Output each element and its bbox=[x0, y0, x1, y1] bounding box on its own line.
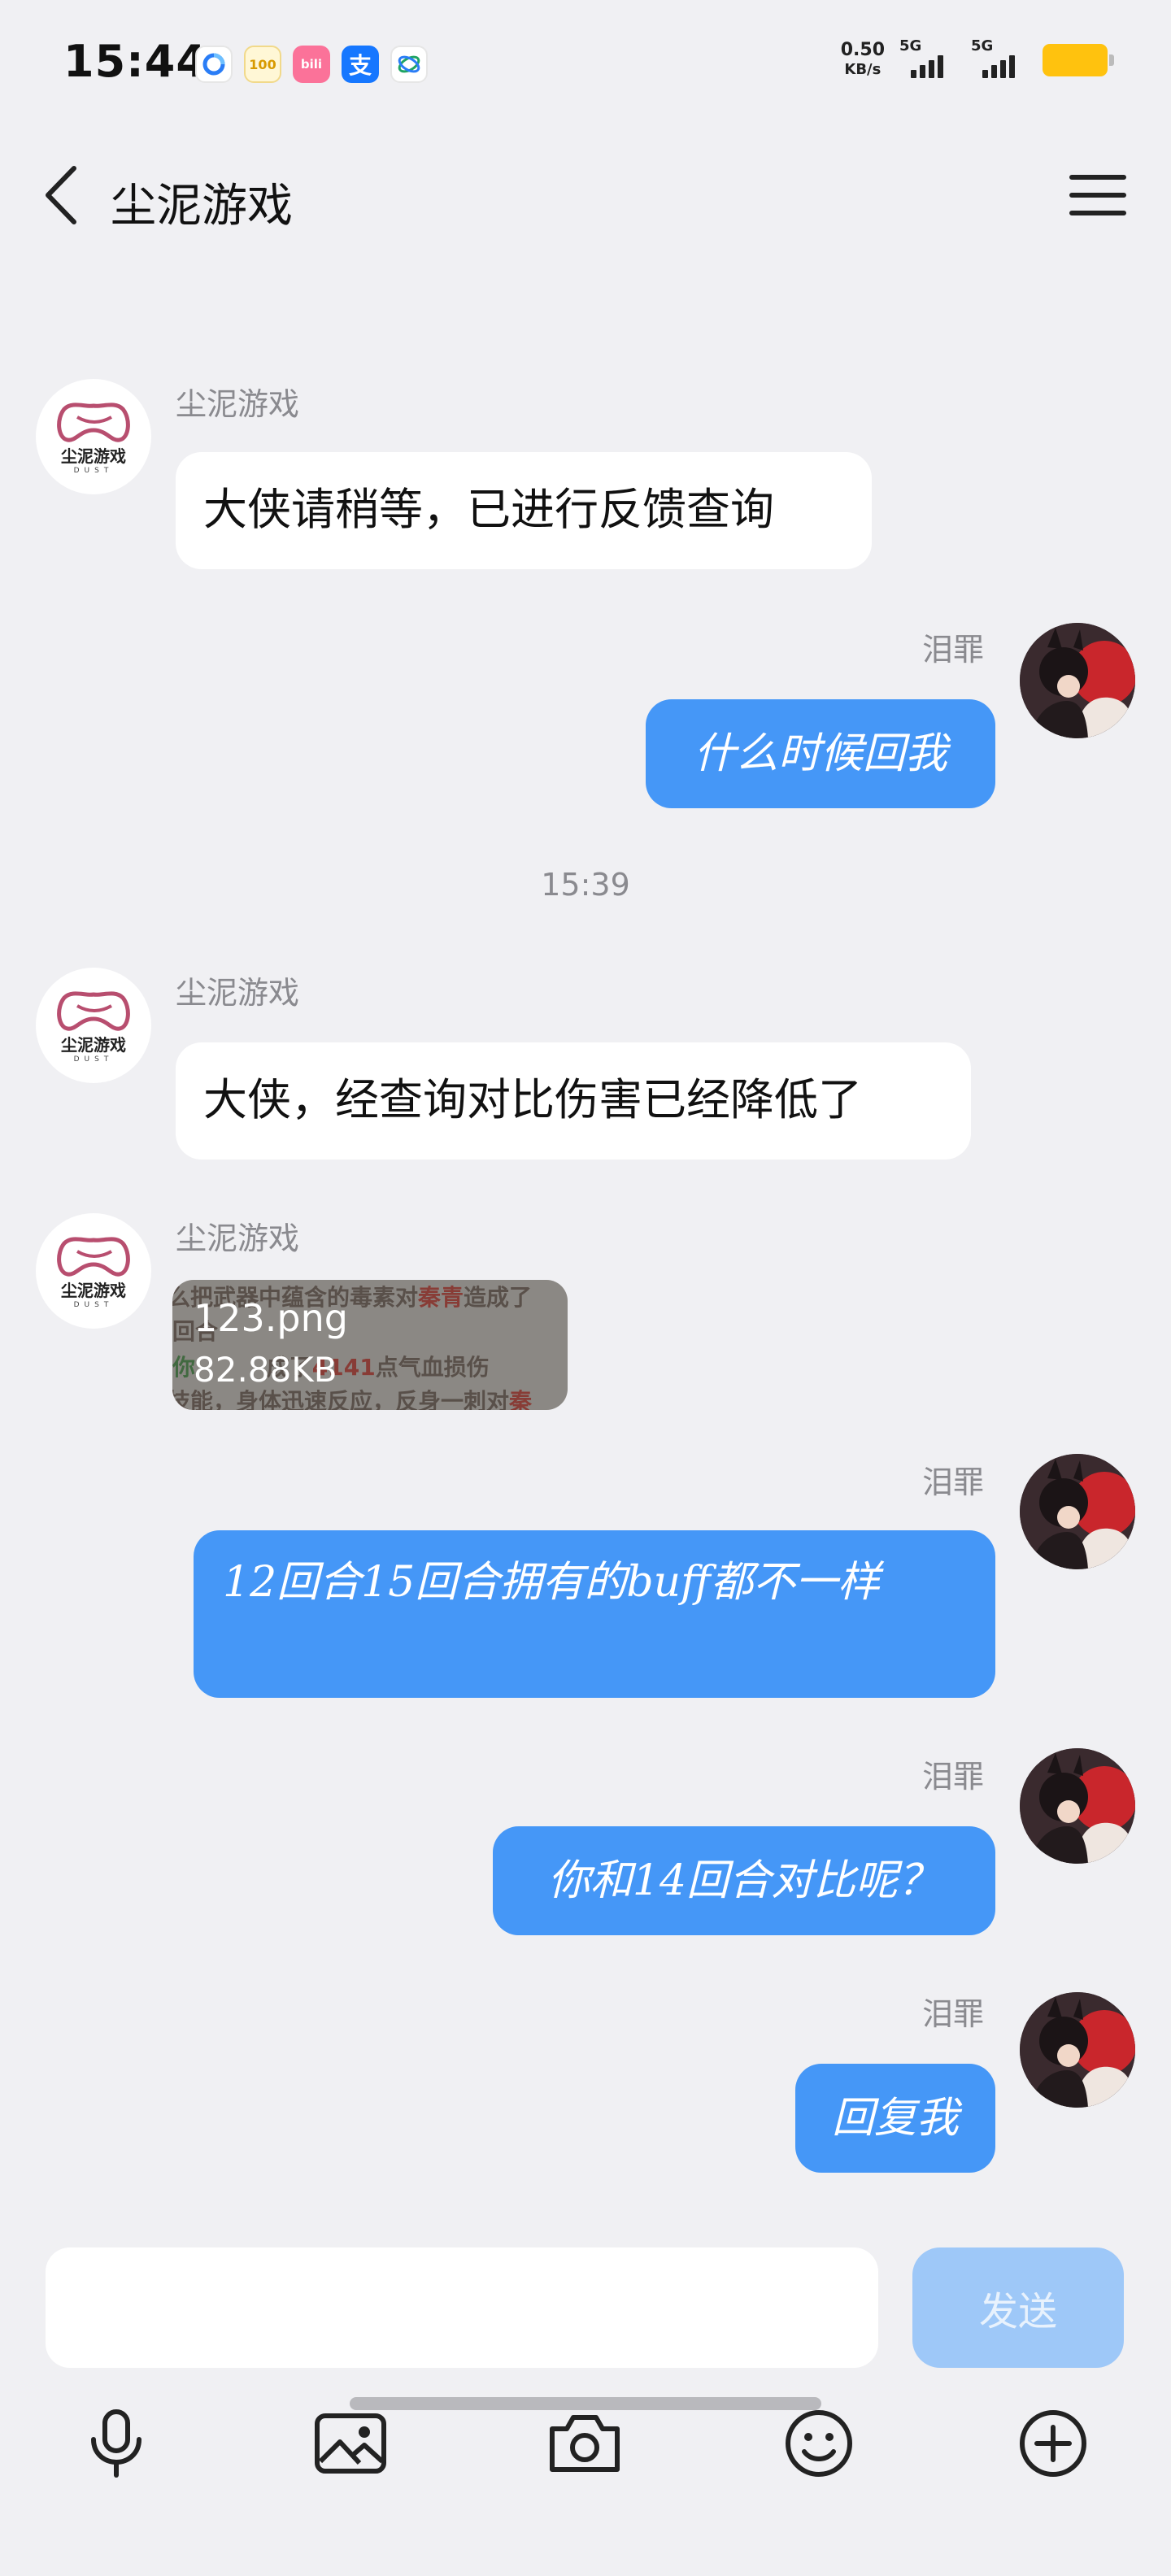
outgoing-message-bubble[interactable]: 什么时候回我 bbox=[646, 699, 995, 808]
incoming-message-bubble[interactable]: 大侠，经查询对比伤害已经降低了 bbox=[176, 1042, 971, 1160]
file-size: 82.88KB bbox=[194, 1350, 337, 1390]
home-indicator[interactable] bbox=[350, 2397, 821, 2410]
bot-logo-subtext: DUST bbox=[73, 466, 114, 475]
chevron-left-icon bbox=[46, 166, 76, 224]
status-time: 15:44 bbox=[63, 36, 207, 87]
camera-button[interactable] bbox=[540, 2399, 629, 2488]
user-avatar[interactable] bbox=[1020, 1748, 1135, 1864]
bilibili-app-icon: bili bbox=[293, 46, 330, 83]
menu-button[interactable] bbox=[1065, 171, 1130, 220]
bot-logo-subtext: DUST bbox=[73, 1300, 114, 1309]
plus-circle-icon bbox=[1020, 2410, 1086, 2477]
bot-avatar[interactable]: 尘泥游戏 DUST bbox=[36, 379, 151, 494]
alipay-app-icon: 支 bbox=[342, 46, 379, 83]
sender-name: 尘泥游戏 bbox=[176, 1221, 300, 1256]
more-options-button[interactable] bbox=[1008, 2399, 1098, 2488]
status-app-icons: 100 bili 支 bbox=[195, 46, 428, 83]
outgoing-message-bubble[interactable]: 回复我 bbox=[795, 2064, 995, 2173]
emoji-icon bbox=[786, 2410, 852, 2477]
gamepad-logo-icon bbox=[57, 1236, 130, 1277]
image-picker-button[interactable] bbox=[306, 2399, 395, 2488]
sender-name: 泪罪 bbox=[921, 1996, 984, 2032]
gamepad-logo-icon bbox=[57, 402, 130, 442]
message-input[interactable] bbox=[46, 2247, 878, 2368]
battery-icon bbox=[1043, 44, 1114, 76]
sim1-network-label: 5G bbox=[899, 37, 922, 54]
bot-logo-subtext: DUST bbox=[73, 1055, 114, 1064]
microphone-icon bbox=[91, 2409, 141, 2478]
signal-icon-sim1: 5G bbox=[899, 37, 956, 78]
sim2-network-label: 5G bbox=[971, 37, 994, 54]
image-file-message[interactable]: 么把武器中蕴含的毒素对秦青造成了 回合 你 成了4141点气血损伤 技能，身体迅… bbox=[172, 1280, 568, 1410]
outgoing-message-bubble[interactable]: 12回合15回合拥有的buff都不一样 bbox=[194, 1530, 995, 1698]
user-avatar[interactable] bbox=[1020, 623, 1135, 738]
network-speed-unit: KB/s bbox=[844, 61, 882, 78]
sender-name: 泪罪 bbox=[921, 632, 984, 668]
outgoing-message-bubble[interactable]: 你和14回合对比呢？ bbox=[493, 1826, 995, 1935]
message-timestamp: 15:39 bbox=[541, 867, 630, 903]
sender-name: 泪罪 bbox=[921, 1464, 984, 1500]
network-speed-value: 0.50 bbox=[840, 40, 885, 60]
message-list[interactable]: 尘泥游戏 DUST 尘泥游戏 大侠请稍等，已进行反馈查询 泪罪 什么时候回我 1… bbox=[0, 268, 1171, 2228]
image-icon bbox=[315, 2413, 386, 2474]
bot-logo-text: 尘泥游戏 bbox=[61, 446, 126, 466]
emoji-button[interactable] bbox=[774, 2399, 864, 2488]
sender-name: 泪罪 bbox=[921, 1759, 984, 1795]
bot-logo-text: 尘泥游戏 bbox=[61, 1280, 126, 1300]
status-bar: 15:44 100 bili 支 0.50 KB/s 5G 5G bbox=[0, 0, 1171, 122]
send-button[interactable]: 发送 bbox=[912, 2247, 1124, 2368]
signal-icon-sim2: 5G bbox=[971, 37, 1028, 78]
back-button[interactable] bbox=[33, 163, 89, 228]
incoming-message-bubble[interactable]: 大侠请稍等，已进行反馈查询 bbox=[176, 452, 872, 569]
chat-screen: 15:44 100 bili 支 0.50 KB/s 5G 5G 尘泥游戏 尘泥… bbox=[0, 0, 1171, 2576]
page-title: 尘泥游戏 bbox=[111, 180, 293, 233]
voice-button[interactable] bbox=[72, 2399, 161, 2488]
sender-name: 尘泥游戏 bbox=[176, 975, 300, 1011]
status-indicators: 0.50 KB/s 5G 5G bbox=[841, 37, 1114, 80]
carrier-app-icon bbox=[390, 46, 428, 83]
sender-name: 尘泥游戏 bbox=[176, 386, 300, 422]
browser-app-icon bbox=[195, 46, 233, 83]
file-name: 123.png bbox=[194, 1296, 348, 1340]
user-avatar[interactable] bbox=[1020, 1454, 1135, 1569]
camera-icon bbox=[550, 2415, 620, 2472]
hamburger-menu-icon bbox=[1069, 175, 1126, 215]
bot-avatar[interactable]: 尘泥游戏 DUST bbox=[36, 1213, 151, 1329]
gamepad-logo-icon bbox=[57, 990, 130, 1031]
app-100-icon: 100 bbox=[244, 46, 281, 83]
chat-header: 尘泥游戏 bbox=[0, 122, 1171, 268]
bot-logo-text: 尘泥游戏 bbox=[61, 1034, 126, 1055]
bot-avatar[interactable]: 尘泥游戏 DUST bbox=[36, 968, 151, 1083]
user-avatar[interactable] bbox=[1020, 1992, 1135, 2108]
network-speed: 0.50 KB/s bbox=[841, 41, 885, 80]
